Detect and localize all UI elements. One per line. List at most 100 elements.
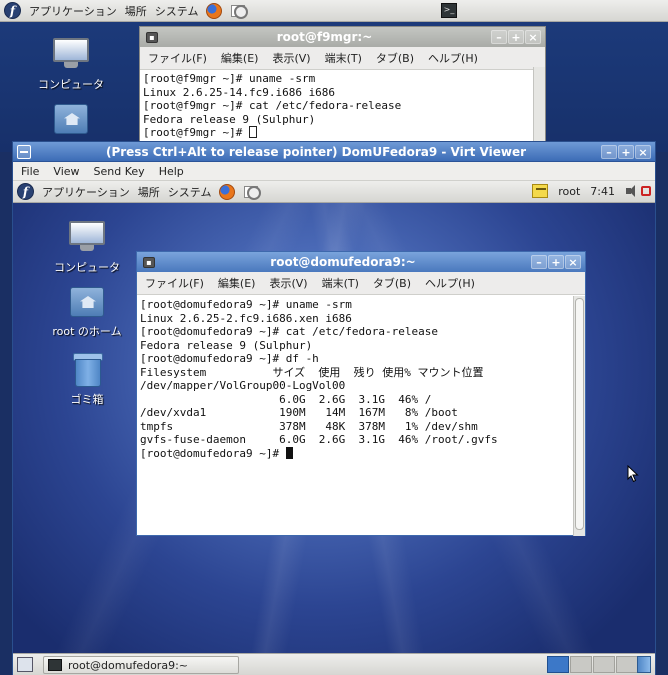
minimize-button[interactable]: –	[491, 30, 507, 44]
virt-viewer-window: (Press Ctrl+Alt to release pointer) DomU…	[12, 141, 656, 675]
menu-file[interactable]: ファイル(F)	[145, 275, 204, 291]
taskbar-button-terminal[interactable]: root@domufedora9:~	[43, 656, 239, 674]
window-menu-icon[interactable]: ▪	[146, 31, 158, 43]
menu-terminal[interactable]: 端末(T)	[322, 275, 359, 291]
guest-terminal-title: root@domufedora9:~	[270, 255, 416, 269]
workspace-3[interactable]	[593, 656, 615, 673]
fedora-logo-icon[interactable]: f	[4, 2, 21, 19]
guest-terminal-menubar: ファイル(F) 編集(E) 表示(V) 端末(T) タブ(B) ヘルプ(H)	[137, 272, 585, 295]
menu-view[interactable]: 表示(V)	[272, 50, 310, 66]
host-menu-system[interactable]: システム	[155, 3, 199, 19]
computer-icon	[52, 38, 90, 68]
terminal-line: 6.0G 2.6G 3.1G 46% /	[140, 392, 432, 406]
workspace-1[interactable]	[547, 656, 569, 673]
terminal-line: [root@domufedora9 ~]# uname -srm	[140, 298, 352, 311]
window-menu-icon[interactable]: ▪	[143, 256, 155, 268]
trash-applet-icon[interactable]	[637, 656, 651, 673]
terminal-line: [root@f9mgr ~]# uname -srm	[143, 72, 316, 85]
guest-trash-desktop-icon[interactable]: ゴミ箱	[47, 353, 127, 407]
host-menu-places[interactable]: 場所	[125, 3, 147, 19]
host-terminal-titlebar[interactable]: ▪ root@f9mgr:~ – + ×	[140, 27, 545, 47]
minimize-button[interactable]: –	[601, 144, 617, 159]
close-button[interactable]: ×	[525, 30, 541, 44]
guest-terminal-titlebar[interactable]: ▪ root@domufedora9:~ – + ×	[137, 252, 585, 272]
terminal-line: /dev/mapper/VolGroup00-LogVol00	[140, 379, 346, 392]
notes-icon[interactable]	[532, 184, 549, 198]
guest-display[interactable]: f アプリケーション 場所 システム root 7:41 コンピュータ root…	[13, 181, 655, 675]
menu-view[interactable]: 表示(V)	[269, 275, 307, 291]
minimize-button[interactable]: –	[531, 255, 547, 269]
shutdown-icon[interactable]	[641, 186, 651, 196]
terminal-prompt-line: [root@f9mgr ~]#	[143, 126, 542, 140]
host-terminal-menubar: ファイル(F) 編集(E) 表示(V) 端末(T) タブ(B) ヘルプ(H)	[140, 47, 545, 70]
guest-computer-desktop-icon[interactable]: コンピュータ	[47, 221, 127, 275]
taskbar-button-label: root@domufedora9:~	[68, 658, 188, 672]
menu-edit[interactable]: 編集(E)	[221, 50, 259, 66]
close-button[interactable]: ×	[565, 255, 581, 269]
guest-menu-system[interactable]: システム	[168, 184, 212, 200]
show-desktop-icon[interactable]	[17, 657, 33, 672]
guest-computer-label: コンピュータ	[54, 261, 120, 274]
user-name[interactable]: root	[558, 185, 580, 198]
firefox-icon[interactable]	[219, 183, 236, 200]
mail-icon[interactable]	[230, 3, 249, 19]
volume-icon[interactable]	[625, 184, 639, 198]
host-home-desktop-icon[interactable]	[36, 104, 106, 134]
virt-viewer-titlebar[interactable]: (Press Ctrl+Alt to release pointer) DomU…	[13, 142, 655, 162]
firefox-icon[interactable]	[206, 2, 223, 19]
host-terminal-output[interactable]: [root@f9mgr ~]# uname -srm Linux 2.6.25-1…	[140, 70, 545, 142]
close-button[interactable]: ×	[635, 144, 651, 159]
terminal-line: Fedora release 9 (Sulphur)	[140, 338, 313, 352]
menu-file[interactable]: File	[21, 165, 39, 178]
cursor-block	[248, 126, 257, 138]
virt-viewer-title: (Press Ctrl+Alt to release pointer) DomU…	[105, 144, 527, 159]
menu-help[interactable]: Help	[159, 165, 184, 178]
host-terminal-title: root@f9mgr:~	[276, 30, 373, 44]
virt-viewer-menubar: File View Send Key Help	[13, 162, 655, 181]
menu-edit[interactable]: 編集(E)	[218, 275, 256, 291]
home-folder-icon	[70, 287, 104, 317]
menu-file[interactable]: ファイル(F)	[148, 50, 207, 66]
host-terminal-window: ▪ root@f9mgr:~ – + × ファイル(F) 編集(E) 表示(V)…	[139, 26, 546, 156]
guest-terminal-output: [root@domufedora9 ~]# uname -srm Linux 2.…	[137, 296, 574, 462]
menu-help[interactable]: ヘルプ(H)	[425, 275, 475, 291]
terminal-prompt: [root@f9mgr ~]#	[143, 126, 249, 139]
terminal-line: [root@domufedora9 ~]# cat /etc/fedora-re…	[140, 325, 439, 338]
menu-view[interactable]: View	[53, 165, 79, 178]
menu-help[interactable]: ヘルプ(H)	[428, 50, 478, 66]
clock[interactable]: 7:41	[590, 185, 615, 198]
fedora-logo-icon[interactable]: f	[17, 183, 34, 200]
window-menu-icon[interactable]	[17, 144, 31, 159]
menu-tabs[interactable]: タブ(B)	[376, 50, 414, 66]
guest-bottom-panel: root@domufedora9:~	[13, 653, 655, 675]
menu-tabs[interactable]: タブ(B)	[373, 275, 411, 291]
terminal-line: gvfs-fuse-daemon 6.0G 2.6G 3.1G 46% /roo…	[140, 433, 498, 446]
guest-home-label: root のホーム	[52, 325, 122, 338]
guest-home-desktop-icon[interactable]: root のホーム	[47, 287, 127, 339]
guest-menu-applications[interactable]: アプリケーション	[42, 184, 130, 200]
maximize-button[interactable]: +	[508, 30, 524, 44]
mail-icon[interactable]	[243, 184, 262, 200]
trash-icon	[73, 353, 103, 387]
maximize-button[interactable]: +	[618, 144, 634, 159]
terminal-prompt-line: [root@domufedora9 ~]#	[140, 446, 571, 461]
terminal-prompt: [root@domufedora9 ~]#	[140, 446, 286, 460]
guest-terminal-output-area[interactable]: [root@domufedora9 ~]# uname -srm Linux 2.…	[137, 296, 574, 536]
workspace-2[interactable]	[570, 656, 592, 673]
guest-terminal-scrollbar[interactable]	[573, 296, 585, 536]
scrollbar-thumb[interactable]	[575, 298, 584, 530]
host-computer-label: コンピュータ	[38, 78, 104, 91]
home-folder-icon	[54, 104, 88, 134]
terminal-icon	[48, 659, 62, 671]
terminal-line: Fedora release 9 (Sulphur)	[143, 112, 316, 126]
workspace-4[interactable]	[616, 656, 638, 673]
maximize-button[interactable]: +	[548, 255, 564, 269]
terminal-launcher-icon[interactable]: >_	[441, 3, 457, 18]
menu-send-key[interactable]: Send Key	[94, 165, 145, 178]
guest-menu-places[interactable]: 場所	[138, 184, 160, 200]
host-computer-desktop-icon[interactable]: コンピュータ	[36, 38, 106, 92]
host-menu-applications[interactable]: アプリケーション	[29, 3, 117, 19]
terminal-line: Linux 2.6.25-2.fc9.i686.xen i686	[140, 311, 352, 325]
menu-terminal[interactable]: 端末(T)	[325, 50, 362, 66]
guest-terminal-window: ▪ root@domufedora9:~ – + × ファイル(F) 編集(E)…	[136, 251, 586, 536]
